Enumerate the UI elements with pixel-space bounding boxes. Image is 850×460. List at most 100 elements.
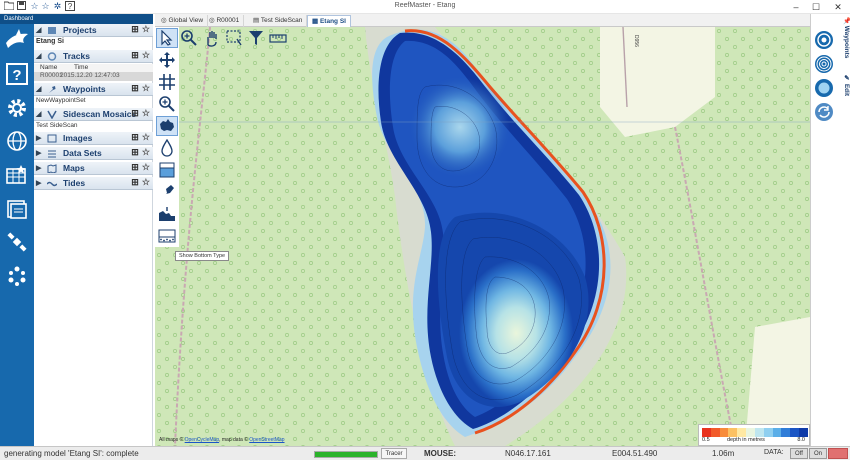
table-row[interactable]: R00001 2015.12.20 12:47:03 (34, 72, 153, 81)
tab-test-sidescan[interactable]: ▤ Test SideScan (249, 15, 308, 27)
sidescan-mosaics-label: Sidescan Mosaics (63, 109, 137, 119)
waypoints-side-tab[interactable]: 📌 Waypoints (838, 16, 850, 58)
zoom-magnifier-icon[interactable] (156, 94, 178, 114)
globe-icon[interactable] (3, 128, 31, 154)
opencyclemap-link[interactable]: OpenCycleMap (185, 437, 219, 443)
pin-marker-icon[interactable] (156, 182, 178, 202)
refresh-icon[interactable] (814, 102, 834, 122)
settings-gear-icon[interactable] (3, 95, 31, 121)
contour-rings-icon[interactable] (814, 54, 834, 74)
data-record-indicator[interactable] (828, 448, 848, 459)
depth-color-swatch (737, 428, 747, 437)
openstreetmap-link[interactable]: OpenStreetMap (249, 437, 284, 443)
move-arrows-icon[interactable] (156, 50, 178, 70)
add-dataset-button[interactable]: ⊞ (131, 148, 139, 157)
favorite-star-icon[interactable]: ☆ (142, 162, 150, 173)
pin-icon (47, 85, 57, 94)
collapse-arrow-icon[interactable]: ◢ (36, 85, 41, 93)
favorite-star-icon[interactable]: ☆ (142, 50, 150, 61)
pan-hand-icon[interactable] (202, 28, 222, 48)
mouse-depth: 1.06m (712, 449, 735, 458)
images-section[interactable]: ▶ Images ⊞ ☆ (34, 132, 153, 145)
data-label: DATA: (764, 449, 784, 456)
edit-side-tab[interactable]: ✎ Edit (838, 74, 850, 96)
expand-arrow-icon[interactable]: ▶ (36, 179, 41, 187)
maps-section[interactable]: ▶ Maps ⊞ ☆ (34, 162, 153, 175)
dots-ring-icon[interactable] (3, 263, 31, 289)
help-icon[interactable]: ? (3, 61, 31, 87)
maximize-button[interactable]: ☐ (806, 0, 826, 14)
datasets-section[interactable]: ▶ Data Sets ⊞ ☆ (34, 147, 153, 160)
column-time[interactable]: Time (74, 64, 88, 72)
project-item[interactable]: Etang Si (34, 38, 153, 45)
grid-map-icon[interactable] (3, 162, 31, 188)
favorite-star-icon[interactable]: ☆ (142, 108, 150, 119)
satellite-icon[interactable] (3, 229, 31, 255)
dashboard-panel: ◢ Projects ⊞ ☆ Etang Si ◢ Tracks ⊞ ☆ Nam… (34, 24, 153, 446)
depth-shading-icon[interactable] (814, 78, 834, 98)
waypoints-section[interactable]: ◢ Waypoints ⊞ ☆ (34, 83, 153, 96)
add-mosaic-button[interactable]: ⊞ (131, 109, 139, 118)
datasets-icon (47, 149, 57, 158)
sidescan-mosaics-section[interactable]: ◢ Sidescan Mosaics ⊞ ☆ (34, 108, 153, 121)
filter-funnel-icon[interactable] (246, 28, 266, 48)
dashboard-header: Dashboard (0, 14, 153, 24)
projects-section[interactable]: ◢ Projects ⊞ ☆ (34, 24, 153, 37)
tab-r00001[interactable]: ◎ R00001 (205, 15, 245, 27)
tracks-table-header: Name Time (34, 64, 153, 72)
map-attribution: All maps © OpenCycleMap, map data © Open… (159, 437, 285, 443)
close-button[interactable]: ✕ (828, 0, 848, 14)
add-track-button[interactable]: ⊞ (131, 51, 139, 60)
map-view[interactable]: D956 All maps © OpenCycleMap, map data ©… (155, 27, 810, 446)
pointer-tool-icon[interactable] (156, 28, 178, 48)
sidescan-icon (47, 110, 57, 120)
favorite-star-icon[interactable]: ☆ (142, 83, 150, 94)
minimize-button[interactable]: – (786, 0, 806, 14)
tab-global-view[interactable]: ◎ Global View (157, 15, 209, 27)
mosaic-item[interactable]: Test SideScan (34, 122, 153, 129)
expand-arrow-icon[interactable]: ▶ (36, 134, 41, 142)
window-title: ReefMaster - Etang (394, 2, 456, 9)
tides-section[interactable]: ▶ Tides ⊞ ☆ (34, 177, 153, 190)
droplet-icon[interactable] (156, 138, 178, 158)
add-map-button[interactable]: ⊞ (131, 163, 139, 172)
select-region-icon[interactable] (224, 28, 244, 48)
column-name[interactable]: Name (36, 64, 74, 72)
collapse-arrow-icon[interactable]: ◢ (36, 26, 41, 34)
depth-label: depth in metres (727, 437, 765, 443)
document-tabs: ◎ Global View ◎ R00001 ▤ Test SideScan ▦… (155, 14, 810, 27)
waypoint-set-item[interactable]: NewWaypointSet (34, 97, 153, 104)
data-off-toggle[interactable]: Off (790, 448, 808, 459)
water-level-icon[interactable] (156, 160, 178, 180)
collapse-arrow-icon[interactable]: ◢ (36, 52, 41, 60)
favorite-star-icon[interactable]: ☆ (142, 132, 150, 143)
add-image-button[interactable]: ⊞ (131, 133, 139, 142)
left-icon-rail: Dashboard ? (0, 14, 153, 446)
australia-map-icon[interactable] (156, 116, 178, 136)
zoom-in-icon[interactable] (179, 28, 199, 48)
favorite-star-icon[interactable]: ☆ (142, 24, 150, 35)
bottom-type-icon[interactable] (156, 226, 178, 246)
add-waypoint-button[interactable]: ⊞ (131, 84, 139, 93)
target-rings-icon[interactable] (814, 30, 834, 50)
collapse-arrow-icon[interactable]: ◢ (36, 110, 41, 118)
add-tide-button[interactable]: ⊞ (131, 178, 139, 187)
folder-icon[interactable] (3, 196, 31, 222)
tracer-button[interactable]: Tracer (381, 448, 407, 459)
data-on-toggle[interactable]: On (809, 448, 827, 459)
add-project-button[interactable]: ⊞ (131, 25, 139, 34)
tracks-section[interactable]: ◢ Tracks ⊞ ☆ (34, 50, 153, 63)
map-canvas[interactable] (155, 27, 810, 446)
mouse-label: MOUSE: (424, 449, 456, 458)
ruler-icon[interactable] (268, 28, 288, 48)
tab-etang-si[interactable]: ▦ Etang SI (307, 15, 351, 27)
status-bar: generating model 'Etang SI': complete Tr… (0, 446, 850, 460)
favorite-star-icon[interactable]: ☆ (142, 147, 150, 158)
expand-arrow-icon[interactable]: ▶ (36, 164, 41, 172)
seabed-profile-icon[interactable] (156, 204, 178, 224)
shark-logo[interactable] (3, 27, 31, 53)
grid-hash-icon[interactable] (156, 72, 178, 92)
progress-fill (315, 452, 377, 457)
expand-arrow-icon[interactable]: ▶ (36, 149, 41, 157)
favorite-star-icon[interactable]: ☆ (142, 177, 150, 188)
